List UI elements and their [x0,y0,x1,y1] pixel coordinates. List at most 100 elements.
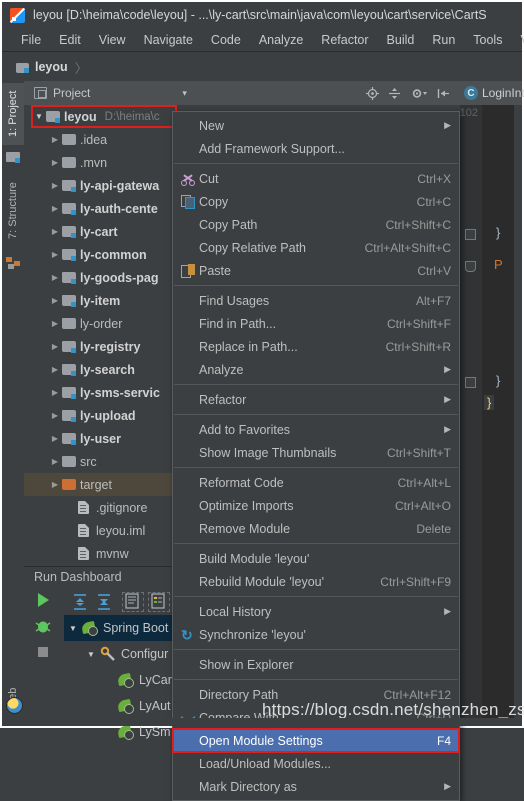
chevron-right-icon[interactable]: ▶ [48,319,62,328]
hide-panel-icon[interactable] [437,87,450,100]
context-menu-item-label: Paste [199,263,231,278]
tree-row-label: ly-registry [80,339,141,354]
context-menu-item-accelerator: Ctrl+Shift+C [385,217,451,232]
chevron-right-icon[interactable]: ▶ [48,250,62,259]
context-menu-item-local-history[interactable]: Local History ▶ [173,600,459,623]
menu-item-edit[interactable]: Edit [50,31,90,49]
context-menu-item-find-usages[interactable]: Find Usages Alt+F7 [173,289,459,312]
menu-item-tools[interactable]: Tools [464,31,511,49]
context-menu-item-show-in-explorer[interactable]: Show in Explorer [173,653,459,676]
context-menu-item-copy[interactable]: Copy Ctrl+C [173,190,459,213]
chevron-right-icon[interactable]: ▶ [48,388,62,397]
context-menu-item-paste[interactable]: Paste Ctrl+V [173,259,459,282]
context-menu-item-open-module-settings[interactable]: Open Module Settings F4 [173,729,459,752]
editor-tab-label: LoginInterceptor [482,86,524,100]
tree-row-label: target [80,477,112,492]
context-menu-item-copy-relative-path[interactable]: Copy Relative Path Ctrl+Alt+Shift+C [173,236,459,259]
context-menu-item-add-to-favorites[interactable]: Add to Favorites ▶ [173,418,459,441]
chevron-right-icon[interactable]: ▶ [48,411,62,420]
chevron-right-icon[interactable]: ▶ [48,227,62,236]
context-menu-item-mark-directory-as[interactable]: Mark Directory as ▶ [173,775,459,798]
expand-all-icon[interactable] [70,593,90,611]
module-icon [62,433,80,445]
context-menu-item-replace-in-path[interactable]: Replace in Path... Ctrl+Shift+R [173,335,459,358]
context-menu-item-optimize-imports[interactable]: Optimize Imports Ctrl+Alt+O [173,494,459,517]
menu-item-refactor[interactable]: Refactor [312,31,377,49]
chevron-right-icon[interactable]: ▶ [48,365,62,374]
folder-icon [62,456,80,467]
chevron-right-icon[interactable]: ▶ [48,457,62,466]
run-dashboard-title: Run Dashboard [34,570,122,584]
debug-icon[interactable] [34,617,52,635]
chevron-down-icon[interactable]: ▼ [32,112,46,121]
locate-icon[interactable] [366,86,379,100]
sidebar-item-project[interactable]: 1: Project [2,83,24,145]
chevron-right-icon[interactable]: ▶ [48,181,62,190]
chevron-down-icon[interactable]: ▼ [82,650,100,659]
line-number: 102 [459,107,478,119]
chevron-right-icon[interactable]: ▶ [48,204,62,213]
context-menu-item-find-in-path[interactable]: Find in Path... Ctrl+Shift+F [173,312,459,335]
breadcrumb-label[interactable]: leyou [35,60,68,74]
project-panel-title: Project [53,86,91,100]
tree-row-label: .idea [80,132,108,147]
chevron-down-icon[interactable]: ▾ [182,88,187,99]
watermark-text: https://blog.csdn.net/shenzhen_zsw [262,700,524,719]
fold-marker-icon[interactable] [465,261,476,272]
run-icon[interactable] [34,591,52,609]
chevron-down-icon[interactable]: ▼ [64,624,82,633]
fold-marker-icon[interactable] [465,377,476,388]
context-menu-item-cut[interactable]: Cut Ctrl+X [173,167,459,190]
context-menu-item-reformat-code[interactable]: Reformat Code Ctrl+Alt+L [173,471,459,494]
context-menu-item-copy-path[interactable]: Copy Path Ctrl+Shift+C [173,213,459,236]
chevron-right-icon[interactable]: ▶ [48,342,62,351]
context-menu-item-accelerator: Ctrl+Alt+O [394,498,451,513]
menu-item-view[interactable]: View [90,31,135,49]
chevron-right-icon[interactable]: ▶ [48,273,62,282]
context-menu-item-new[interactable]: New ▶ [173,114,459,137]
menu-item-file[interactable]: File [12,31,50,49]
context-menu-item-label: Copy Relative Path [199,240,307,255]
fold-marker-icon[interactable] [465,229,476,240]
context-menu-item-accelerator: Ctrl+Shift+T [386,445,451,460]
sidebar-item-structure[interactable]: 7: Structure [2,173,24,249]
run-dashboard-row-label: LyAut [139,699,171,713]
show-output-icon[interactable] [148,592,170,612]
context-menu-item-synchronize-leyou[interactable]: ↻ Synchronize 'leyou' [173,623,459,646]
menu-item-analyze[interactable]: Analyze [250,31,312,49]
editor-tab[interactable]: C LoginInterceptor [460,81,524,105]
stop-icon[interactable] [34,643,52,661]
context-menu-item-rebuild-module-leyou[interactable]: Rebuild Module 'leyou' Ctrl+Shift+F9 [173,570,459,593]
project-panel-header: Project ▾ [24,81,460,105]
web-globe-icon[interactable] [6,697,23,714]
context-menu-item-analyze[interactable]: Analyze ▶ [173,358,459,381]
context-menu-item-load-unload-modules[interactable]: Load/Unload Modules... [173,752,459,775]
chevron-right-icon[interactable]: ▶ [48,434,62,443]
menu-item-build[interactable]: Build [378,31,424,49]
collapse-all-icon[interactable] [388,87,401,100]
context-menu-item-show-image-thumbnails[interactable]: Show Image Thumbnails Ctrl+Shift+T [173,441,459,464]
gear-icon[interactable] [410,87,428,100]
chevron-right-icon[interactable]: ▶ [48,158,62,167]
menu-item-navigate[interactable]: Navigate [135,31,202,49]
menu-item-vcs[interactable]: VCS [511,31,524,49]
paste-icon [177,263,199,279]
menu-item-code[interactable]: Code [202,31,250,49]
menu-icon-slot [177,422,199,438]
context-menu-item-remove-module[interactable]: Remove Module Delete [173,517,459,540]
context-menu-item-label: Mark Directory as [199,779,297,794]
chevron-right-icon[interactable]: ▶ [48,135,62,144]
menu-item-run[interactable]: Run [423,31,464,49]
editor-scrollbar[interactable] [514,105,522,724]
editor-gutter[interactable]: 102 [460,105,482,724]
show-console-icon[interactable] [122,592,144,612]
window-title: leyou [D:\heima\code\leyou] - ...\ly-car… [33,8,487,22]
chevron-right-icon[interactable]: ▶ [48,296,62,305]
context-menu-item-build-module-leyou[interactable]: Build Module 'leyou' [173,547,459,570]
chevron-right-icon[interactable]: ▶ [48,480,62,489]
collapse-all-icon[interactable] [94,593,114,611]
context-menu-item-label: Rebuild Module 'leyou' [199,574,324,589]
context-menu-item-refactor[interactable]: Refactor ▶ [173,388,459,411]
context-menu-item-label: Load/Unload Modules... [199,756,332,771]
context-menu-item-add-framework-support[interactable]: Add Framework Support... [173,137,459,160]
